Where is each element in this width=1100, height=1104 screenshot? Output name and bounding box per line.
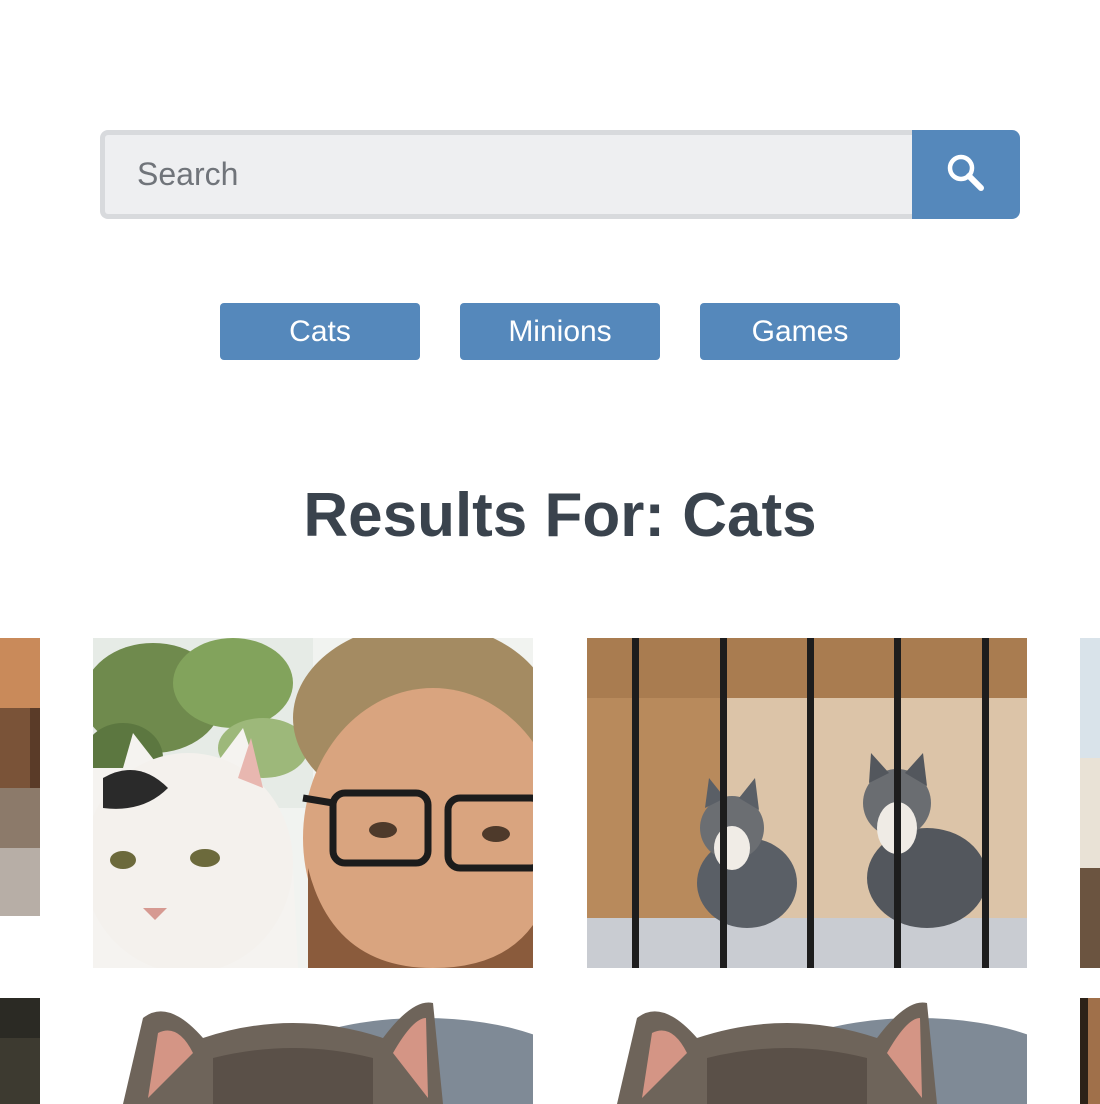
image-tile[interactable] — [1080, 998, 1100, 1104]
image-tile[interactable] — [587, 998, 1027, 1104]
category-buttons: Cats Minions Games — [220, 303, 900, 360]
image-tile[interactable] — [0, 638, 40, 916]
search-input[interactable] — [100, 130, 912, 219]
image-tile[interactable] — [93, 998, 533, 1104]
image-tile[interactable] — [0, 998, 40, 1104]
page: Cats Minions Games Results For: Cats — [0, 0, 1100, 1104]
image-tile[interactable] — [587, 638, 1027, 968]
search-icon — [946, 153, 986, 196]
image-tile[interactable] — [1080, 638, 1100, 968]
category-button-games[interactable]: Games — [700, 303, 900, 360]
search-button[interactable] — [912, 130, 1020, 219]
results-heading: Results For: Cats — [303, 481, 817, 550]
image-tile[interactable] — [93, 638, 533, 968]
category-button-cats[interactable]: Cats — [220, 303, 420, 360]
category-button-minions[interactable]: Minions — [460, 303, 660, 360]
search-bar — [100, 130, 1020, 219]
